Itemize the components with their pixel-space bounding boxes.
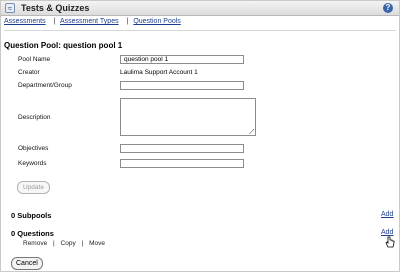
keywords-field[interactable] bbox=[120, 159, 244, 168]
nav-question-pools[interactable]: Question Pools bbox=[133, 18, 180, 25]
action-separator: | bbox=[81, 240, 84, 247]
nav-separator: | bbox=[53, 18, 56, 25]
title-bar: ≈ Tests & Quizzes ? bbox=[1, 1, 399, 16]
copy-action[interactable]: Copy bbox=[61, 240, 76, 247]
department-label: Department/Group bbox=[18, 82, 72, 89]
help-icon[interactable]: ? bbox=[383, 3, 393, 13]
tool-icon: ≈ bbox=[5, 3, 15, 13]
tool-title: Tests & Quizzes bbox=[21, 3, 90, 13]
description-textarea[interactable] bbox=[120, 98, 256, 136]
question-actions: Remove | Copy | Move bbox=[23, 240, 105, 247]
cancel-button[interactable]: Cancel bbox=[11, 257, 43, 270]
pool-name-label: Pool Name bbox=[18, 56, 51, 63]
nav-assessment-types[interactable]: Assessment Types bbox=[60, 18, 119, 25]
objectives-label: Objectives bbox=[18, 145, 49, 152]
objectives-field[interactable] bbox=[120, 144, 244, 153]
add-subpool-link[interactable]: Add bbox=[381, 211, 393, 218]
questions-heading: 0 Questions bbox=[11, 229, 54, 238]
department-field[interactable] bbox=[120, 81, 244, 90]
add-question-link[interactable]: Add bbox=[381, 229, 393, 236]
update-button[interactable]: Update bbox=[17, 181, 50, 194]
hand-cursor-icon bbox=[385, 236, 395, 248]
creator-value: Laulima Support Account 1 bbox=[120, 69, 198, 76]
action-separator: | bbox=[53, 240, 55, 247]
nav-divider bbox=[4, 30, 396, 31]
move-action[interactable]: Move bbox=[89, 240, 105, 247]
pool-name-field[interactable]: question pool 1 bbox=[120, 55, 244, 64]
description-label: Description bbox=[18, 114, 51, 121]
nav-bar: Assessments | Assessment Types | Questio… bbox=[4, 18, 181, 25]
nav-assessments[interactable]: Assessments bbox=[4, 18, 46, 25]
creator-label: Creator bbox=[18, 69, 40, 76]
resize-grip-icon[interactable] bbox=[249, 129, 254, 134]
nav-separator: | bbox=[126, 18, 129, 25]
subpools-heading: 0 Subpools bbox=[11, 211, 52, 220]
keywords-label: Keywords bbox=[18, 160, 47, 167]
page-title: Question Pool: question pool 1 bbox=[4, 41, 123, 50]
remove-action[interactable]: Remove bbox=[23, 240, 47, 247]
